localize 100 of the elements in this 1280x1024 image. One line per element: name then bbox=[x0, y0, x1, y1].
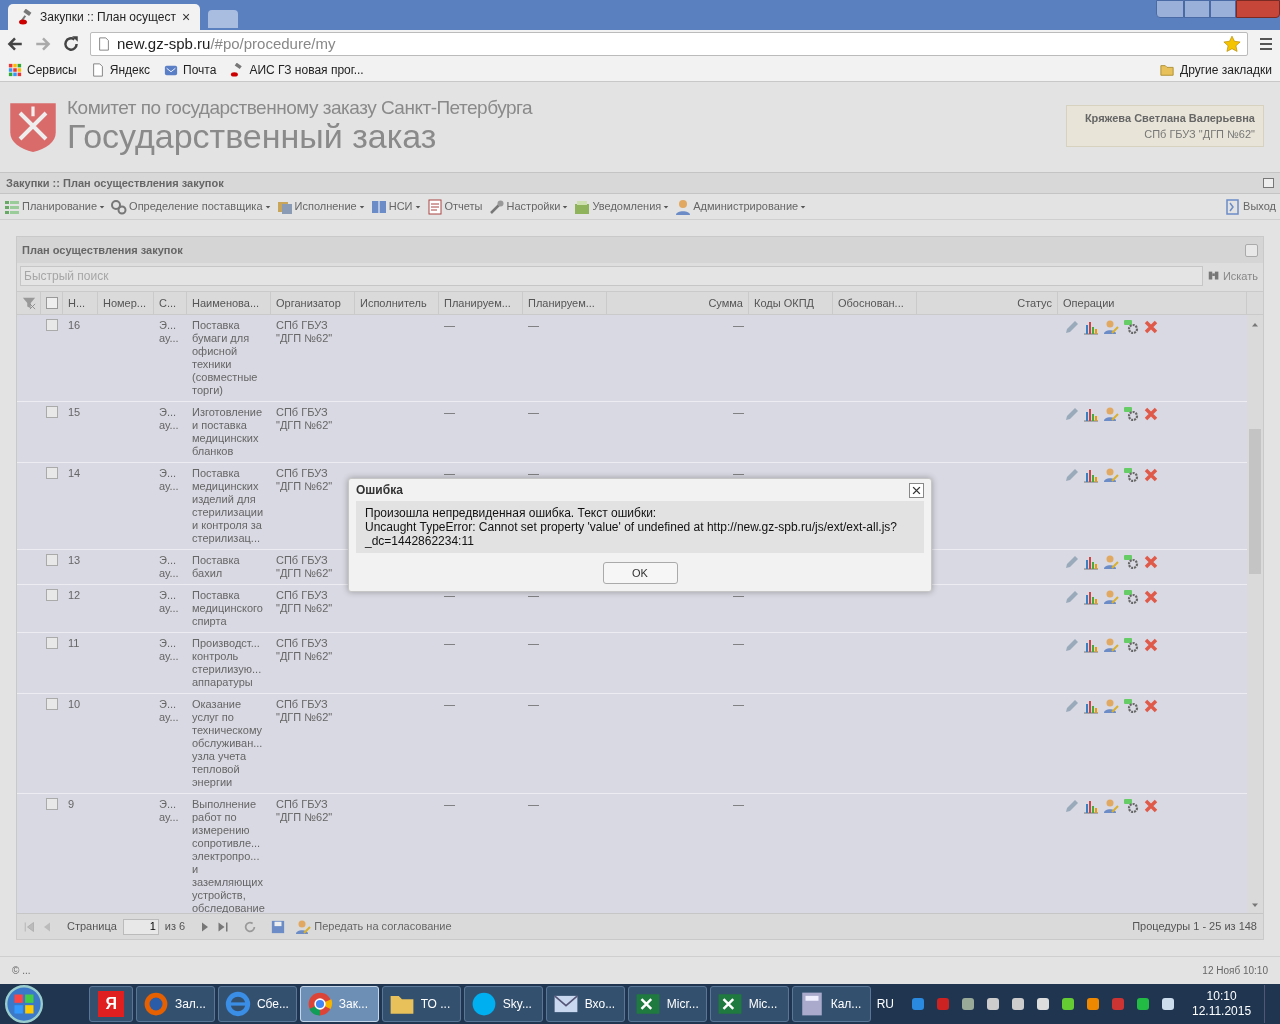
bookmark[interactable]: АИС ГЗ новая прог... bbox=[230, 60, 364, 79]
close-button[interactable] bbox=[909, 482, 924, 498]
maximize-button[interactable] bbox=[1210, 0, 1236, 18]
clock-time[interactable]: 10:10 bbox=[1206, 989, 1237, 1004]
delete-icon[interactable] bbox=[1143, 798, 1159, 814]
taskbar-button[interactable]: Sky... bbox=[463, 986, 543, 1022]
menu-item[interactable]: Настройки bbox=[488, 198, 569, 215]
menu-item[interactable]: Планирование bbox=[4, 198, 106, 215]
select-all-checkbox[interactable] bbox=[45, 297, 58, 309]
gear-chat-icon[interactable] bbox=[1123, 637, 1139, 653]
row-checkbox[interactable] bbox=[46, 319, 58, 331]
column-header[interactable]: Организатор bbox=[271, 292, 355, 314]
row-checkbox[interactable] bbox=[46, 698, 58, 710]
bar-chart-icon[interactable] bbox=[1083, 467, 1099, 483]
taskbar-button[interactable]: Вхо... bbox=[545, 986, 625, 1022]
pencil-icon[interactable] bbox=[1063, 467, 1079, 483]
minimize-button[interactable] bbox=[1184, 0, 1210, 18]
menu-item[interactable]: Администрирование bbox=[675, 198, 807, 215]
bar-chart-icon[interactable] bbox=[1083, 554, 1099, 570]
pencil-icon[interactable] bbox=[1063, 698, 1079, 714]
collapse-button[interactable] bbox=[1263, 178, 1274, 188]
gear-chat-icon[interactable] bbox=[1123, 319, 1139, 335]
logout-button[interactable]: Выход bbox=[1225, 198, 1276, 215]
language-indicator[interactable]: RU bbox=[876, 995, 894, 1013]
taskbar-button[interactable]: Я bbox=[89, 986, 133, 1022]
person-pencil-icon[interactable] bbox=[1103, 798, 1119, 814]
delete-icon[interactable] bbox=[1143, 589, 1159, 605]
taskbar-button[interactable]: Зал... bbox=[135, 986, 215, 1022]
ok-button[interactable]: OK bbox=[602, 562, 678, 584]
column-header[interactable]: С... bbox=[154, 292, 187, 314]
bookmark[interactable]: Почта bbox=[164, 60, 217, 79]
column-header[interactable]: Номер... bbox=[98, 292, 154, 314]
delete-icon[interactable] bbox=[1143, 698, 1159, 714]
menu-item[interactable]: Исполнение bbox=[276, 198, 365, 215]
user-button[interactable] bbox=[1156, 0, 1184, 18]
bookmark[interactable]: Яндекс bbox=[90, 60, 151, 79]
bookmark[interactable]: Другие закладки bbox=[1159, 60, 1272, 79]
pencil-icon[interactable] bbox=[1063, 637, 1079, 653]
gear-chat-icon[interactable] bbox=[1123, 406, 1139, 422]
column-header[interactable]: Обоснован... bbox=[833, 292, 917, 314]
delete-icon[interactable] bbox=[1143, 554, 1159, 570]
refresh-button[interactable] bbox=[1245, 243, 1258, 257]
person-pencil-icon[interactable] bbox=[1103, 319, 1119, 335]
person-pencil-icon[interactable] bbox=[1103, 698, 1119, 714]
pencil-icon[interactable] bbox=[1063, 589, 1079, 605]
bar-chart-icon[interactable] bbox=[1083, 798, 1099, 814]
clock-date[interactable]: 12.11.2015 bbox=[1191, 1004, 1252, 1019]
bar-chart-icon[interactable] bbox=[1083, 589, 1099, 605]
pencil-icon[interactable] bbox=[1063, 319, 1079, 335]
row-checkbox[interactable] bbox=[46, 637, 58, 649]
scrollbar[interactable] bbox=[1247, 315, 1263, 913]
menu-item[interactable]: НСИ bbox=[370, 198, 421, 215]
delete-icon[interactable] bbox=[1143, 406, 1159, 422]
column-header[interactable]: Планируем... bbox=[523, 292, 607, 314]
column-header[interactable]: Исполнитель bbox=[355, 292, 439, 314]
gear-chat-icon[interactable] bbox=[1123, 589, 1139, 605]
gear-chat-icon[interactable] bbox=[1123, 554, 1139, 570]
bar-chart-icon[interactable] bbox=[1083, 319, 1099, 335]
column-header[interactable]: Операции bbox=[1058, 292, 1247, 314]
send-for-approval-button[interactable]: Передать на согласование bbox=[295, 918, 452, 935]
delete-icon[interactable] bbox=[1143, 637, 1159, 653]
bar-chart-icon[interactable] bbox=[1083, 637, 1099, 653]
menu-item[interactable]: Отчеты bbox=[426, 198, 483, 215]
taskbar-button[interactable]: Mic... bbox=[709, 986, 789, 1022]
browser-tab[interactable]: Закупки :: План осущест × bbox=[8, 4, 200, 30]
column-header[interactable]: Наименова... bbox=[187, 292, 271, 314]
person-pencil-icon[interactable] bbox=[1103, 467, 1119, 483]
start-button-icon[interactable] bbox=[4, 985, 44, 1023]
tab-close-button[interactable]: × bbox=[181, 6, 191, 28]
column-header[interactable]: Н... bbox=[63, 292, 98, 314]
row-checkbox[interactable] bbox=[46, 798, 58, 810]
delete-icon[interactable] bbox=[1143, 319, 1159, 335]
menu-item[interactable]: Уведомления bbox=[574, 198, 670, 215]
row-checkbox[interactable] bbox=[46, 554, 58, 566]
person-pencil-icon[interactable] bbox=[1103, 589, 1119, 605]
menu-item[interactable]: Определение поставщика bbox=[111, 198, 271, 215]
row-checkbox[interactable] bbox=[46, 589, 58, 601]
search-field[interactable]: Быстрый поиск bbox=[20, 266, 1203, 286]
person-pencil-icon[interactable] bbox=[1103, 554, 1119, 570]
person-pencil-icon[interactable] bbox=[1103, 637, 1119, 653]
taskbar-button[interactable]: Сбе... bbox=[217, 986, 297, 1022]
delete-icon[interactable] bbox=[1143, 467, 1159, 483]
column-header[interactable]: Планируем... bbox=[439, 292, 523, 314]
gear-chat-icon[interactable] bbox=[1123, 698, 1139, 714]
bookmark[interactable]: Сервисы bbox=[8, 60, 77, 79]
address-bar[interactable]: new.gz-spb.ru/#po/procedure/my bbox=[90, 32, 1248, 56]
page-field[interactable]: 1 bbox=[122, 918, 159, 935]
column-header[interactable]: Сумма bbox=[607, 292, 749, 314]
bar-chart-icon[interactable] bbox=[1083, 698, 1099, 714]
person-pencil-icon[interactable] bbox=[1103, 406, 1119, 422]
pencil-icon[interactable] bbox=[1063, 554, 1079, 570]
row-checkbox[interactable] bbox=[46, 406, 58, 418]
taskbar-button[interactable]: Micr... bbox=[627, 986, 707, 1022]
taskbar-button[interactable]: Кал... bbox=[791, 986, 871, 1022]
gear-chat-icon[interactable] bbox=[1123, 467, 1139, 483]
taskbar-button[interactable]: Зак... bbox=[299, 986, 379, 1022]
gear-chat-icon[interactable] bbox=[1123, 798, 1139, 814]
row-checkbox[interactable] bbox=[46, 467, 58, 479]
column-header[interactable]: Статус bbox=[917, 292, 1058, 314]
pencil-icon[interactable] bbox=[1063, 406, 1079, 422]
